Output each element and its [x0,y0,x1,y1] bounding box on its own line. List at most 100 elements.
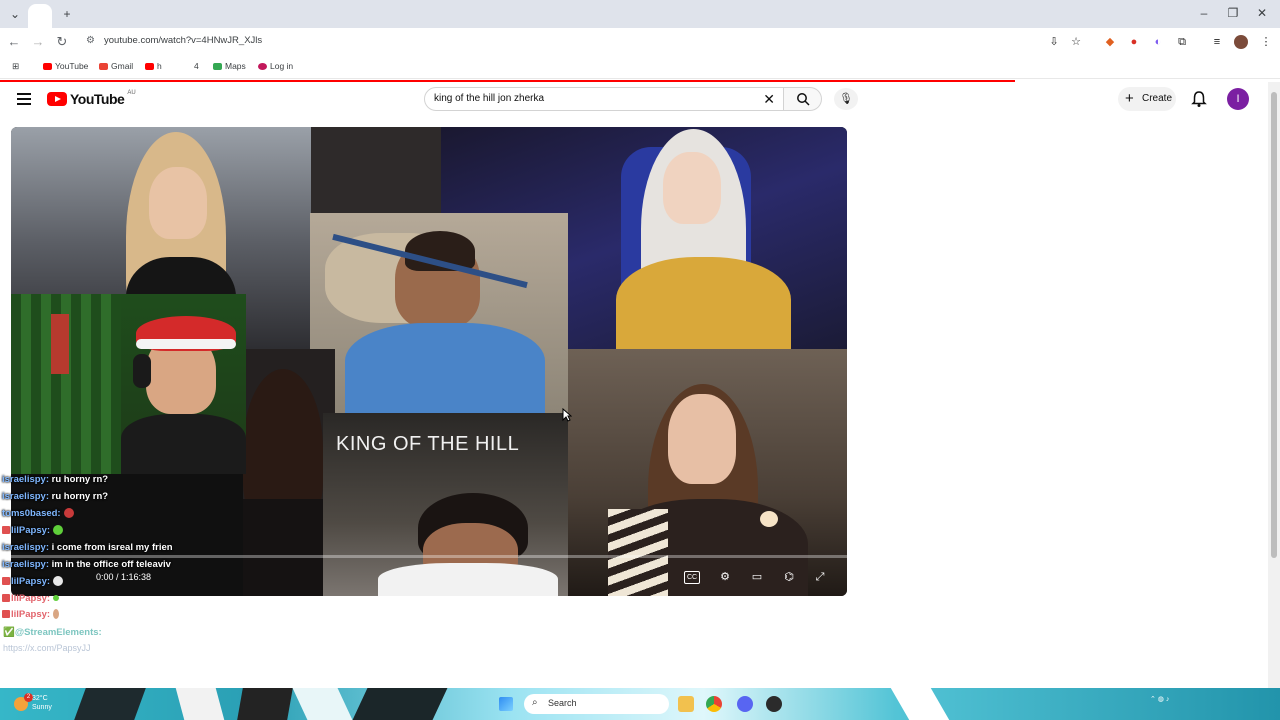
chat-user: israelispy: [2,474,49,485]
extension-fox-icon[interactable]: ◆ [1103,35,1117,49]
chat-line: israelispy: im in the office off teleavi… [2,559,171,575]
reload-icon[interactable]: ↻ [53,34,71,50]
frog-emote-icon [53,525,64,536]
chat-line: israelispy: i come from isreal my frien [2,542,173,558]
scrollbar-thumb[interactable] [1271,92,1277,558]
devil-emote-icon [63,508,74,519]
tray-icons[interactable]: ⌃ ◍ ♪ [1150,695,1169,703]
chat-line: lilPapsy: [2,525,64,541]
discord-icon[interactable] [737,696,753,712]
extension-purple-icon[interactable]: ◐ [1151,35,1165,49]
badge-icon [2,594,10,603]
search-input[interactable]: king of the hill jon zherka ✕ [424,87,784,111]
chat-user: israelispy: [2,542,49,553]
apps-grid-icon[interactable]: ⊞ [12,61,19,72]
badge-icon [2,577,10,586]
browser-tab-strip: ⌄ + – ❐ ✕ [0,0,1280,28]
video-tile-streamer-glasses [243,349,335,596]
badge-icon [2,526,10,535]
weather-temp: 32°C [32,695,48,702]
weather-widget[interactable]: 2 32°C Sunny [10,692,70,716]
site-info-icon[interactable]: ⚙ [86,35,95,46]
taskbar-search-box[interactable]: ⌕ Search [524,694,669,714]
video-title-overlay: KING OF THE HILL [336,433,520,455]
page-scrollbar[interactable] [1268,82,1280,688]
chat-user: lilPapsy: [11,593,51,604]
emote-icon [53,609,60,620]
miniplayer-icon[interactable]: ▭ [748,569,766,585]
chat-user: toms0based: [2,508,61,519]
mouse-cursor-icon [562,408,572,422]
file-explorer-icon[interactable] [678,696,694,712]
app-icon[interactable] [766,696,782,712]
profile-icon[interactable] [1234,35,1248,49]
browser-menu-icon[interactable]: ⋮ [1259,35,1273,49]
youtube-logo[interactable]: YouTube AU [47,90,136,107]
cast-icon[interactable]: ⌬ [780,569,798,585]
start-button[interactable] [499,697,513,711]
address-bar[interactable]: ⚙ youtube.com/watch?v=4HNwJR_XJls [80,32,1094,52]
streamelements-line: ✅@StreamElements: [3,627,102,638]
bookmark-star-icon[interactable]: ☆ [1069,35,1083,49]
minimize-icon[interactable]: – [1193,5,1215,21]
chat-message: i come from isreal my frien [51,542,173,553]
gmail-icon [99,62,108,70]
frog-emote-icon [53,595,60,602]
chat-line: israelispy: ru horny rn? [2,491,108,507]
extensions-puzzle-icon[interactable]: ⧉ [1175,35,1189,49]
bookmark-label: 4 [194,61,199,71]
address-url: youtube.com/watch?v=4HNwJR_XJls [104,35,263,46]
video-tile-streamer-brunette [568,349,847,596]
chat-line: toms0based: [2,508,74,524]
bookmark-h[interactable]: h [145,61,162,71]
chat-line: lilPapsy: [2,576,64,592]
video-tile-room [311,127,441,217]
chat-message: ru horny rn? [51,491,109,502]
video-player[interactable]: KING OF THE HILL 0:00 / 1:16:38 CC ⚙ ▭ ⌬… [11,127,847,596]
chat-user: israelispy: [2,491,49,502]
notifications-bell-icon[interactable] [1191,90,1207,108]
forward-icon[interactable]: → [29,34,47,50]
bookmark-label: Log in [270,61,294,71]
subtitles-button[interactable]: CC [684,571,700,584]
tab-search-icon[interactable]: ⌄ [6,6,24,22]
login-icon [258,62,267,70]
new-tab-icon[interactable]: + [58,6,76,22]
chat-link-text: https://x.com/PapsyJJ [3,643,91,653]
create-label: Create [1142,93,1173,104]
account-avatar[interactable]: I [1227,88,1249,110]
search-icon [796,93,810,106]
back-icon[interactable]: ← [5,34,23,50]
voice-search-button[interactable]: 🎙 [834,88,858,110]
settings-gear-icon[interactable]: ⚙ [716,569,734,585]
chat-message: im in the office off teleaviv [51,559,171,570]
create-button[interactable]: + Create [1118,87,1176,111]
page-load-progress [0,80,1015,82]
search-icon: ⌕ [532,697,538,708]
taskbar-search-label: Search [548,698,577,708]
bookmark-login[interactable]: Log in [258,61,293,71]
clear-search-icon[interactable]: ✕ [763,91,775,107]
webcam-overlay-santa-hat [11,294,246,474]
bookmark-4[interactable]: 4 [194,61,199,71]
search-button[interactable] [784,87,822,111]
bookmark-gmail[interactable]: Gmail [99,61,133,71]
reading-list-icon[interactable]: ≡ [1210,35,1224,49]
restore-icon[interactable]: ❐ [1222,5,1244,21]
chat-message: ru horny rn? [51,474,109,485]
close-window-icon[interactable]: ✕ [1251,5,1273,21]
chrome-icon[interactable] [706,696,722,712]
extension-adblock-icon[interactable]: ● [1127,35,1141,49]
guide-menu-icon[interactable] [17,93,31,105]
fullscreen-icon[interactable]: ⤢ [811,569,829,585]
chat-user: israelispy: [2,559,49,570]
weather-desc: Sunny [32,704,52,711]
bookmark-maps[interactable]: Maps [213,61,246,71]
bookmark-youtube[interactable]: YouTube [43,61,88,71]
badge-icon [2,610,10,619]
active-tab[interactable] [28,4,52,28]
bookmark-label: Gmail [111,61,134,71]
youtube-play-icon [47,92,67,106]
install-app-icon[interactable]: ⇩ [1047,35,1061,49]
chat-user: lilPapsy: [11,609,51,620]
